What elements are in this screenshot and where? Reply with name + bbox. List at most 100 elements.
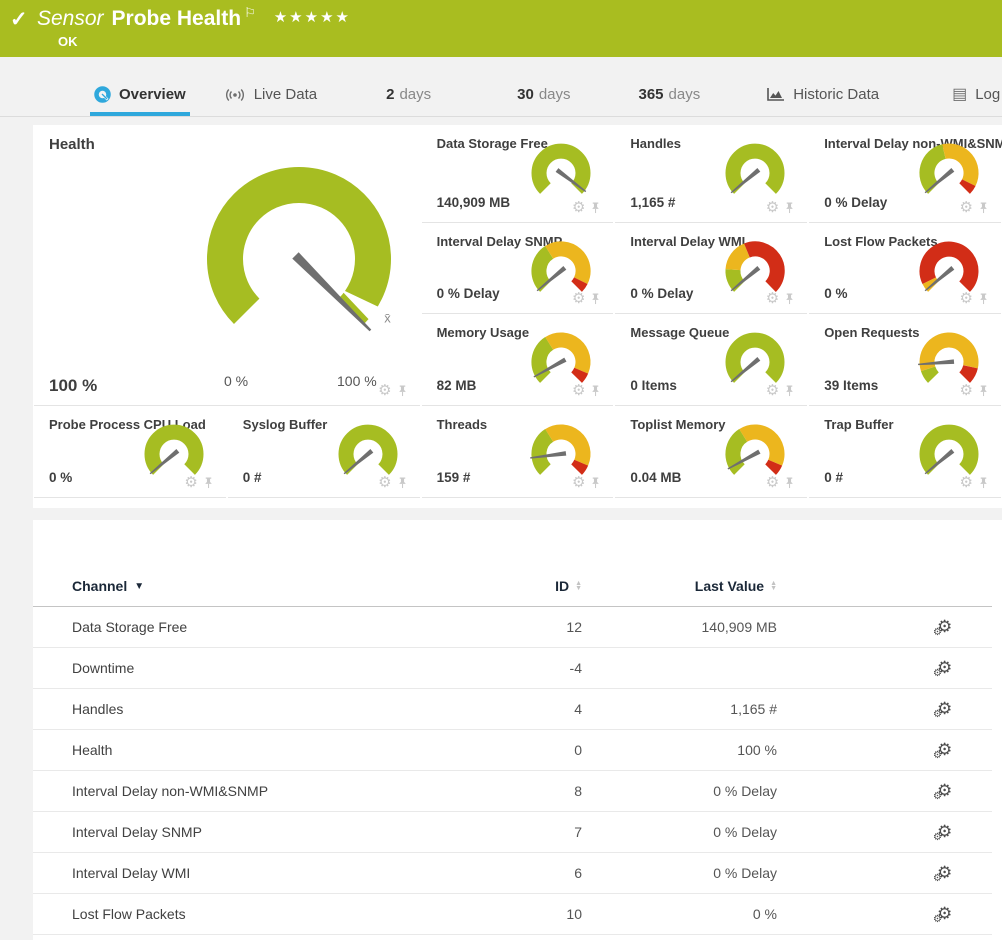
gear-icon[interactable]: ⚙ [572,200,585,215]
gauge-actions: ⚙ [960,200,989,215]
svg-text:x̄: x̄ [384,311,391,326]
pin-icon[interactable] [203,476,214,490]
channel-last-value: 0 % Delay [582,824,777,840]
table-row-lost-flow-packets: Lost Flow Packets 10 0 % ⚙⚙ [33,894,992,935]
pin-icon[interactable] [784,476,795,490]
tab-historic-data[interactable]: Historic Data [762,86,883,116]
gauge-panel-threads: Threads 159 # ⚙ [422,406,614,498]
gauge-value: 0 % [49,470,72,485]
pin-icon[interactable] [590,201,601,215]
pin-icon[interactable] [397,384,408,398]
pin-icon[interactable] [978,384,989,398]
gear-icon[interactable]: ⚙ [378,475,391,490]
flag-icon[interactable]: ⚐ [244,5,256,20]
pin-icon[interactable] [590,384,601,398]
gauge-title: Open Requests [824,325,919,340]
gauge-value: 0 # [824,470,843,485]
channel-settings-icon[interactable]: ⚙⚙ [937,699,952,718]
gear-icon[interactable]: ⚙ [572,383,585,398]
gear-icon[interactable]: ⚙ [960,383,973,398]
tab-30-days[interactable]: 30days [513,86,574,116]
channel-name[interactable]: Interval Delay non-WMI&SNMP [72,783,462,799]
pin-icon[interactable] [784,292,795,306]
gear-icon[interactable]: ⚙ [766,475,779,490]
pin-icon[interactable] [784,201,795,215]
gauge-actions: ⚙ [572,475,601,490]
column-header-channel[interactable]: Channel▼ [72,578,462,594]
gear-icon[interactable]: ⚙ [960,200,973,215]
historic-data-icon [766,87,785,102]
gauge-value: 82 MB [437,378,477,393]
pin-icon[interactable] [978,292,989,306]
gauge-title: Threads [437,417,488,432]
channel-settings-icon[interactable]: ⚙⚙ [937,740,952,759]
gear-icon[interactable]: ⚙ [766,200,779,215]
channel-id: 10 [462,906,582,922]
channel-id: 6 [462,865,582,881]
channel-last-value: 0 % Delay [582,783,777,799]
priority-stars[interactable]: ★★★★★ [274,9,351,26]
channel-name[interactable]: Downtime [72,660,462,676]
gear-icon[interactable]: ⚙ [960,291,973,306]
gauge-title: Message Queue [630,325,729,340]
gauge-title: Trap Buffer [824,417,893,432]
tab-log[interactable]: ▤Log [948,86,1002,116]
channel-id: 0 [462,742,582,758]
channel-settings-icon[interactable]: ⚙⚙ [937,822,952,841]
gauge-actions: ⚙ [572,200,601,215]
pin-icon[interactable] [590,476,601,490]
channel-name[interactable]: Interval Delay WMI [72,865,462,881]
gear-icon[interactable]: ⚙ [572,475,585,490]
tab-live-data[interactable]: Live Data [220,86,321,116]
gauge-actions: ⚙ [960,383,989,398]
channel-last-value: 100 % [582,742,777,758]
gauges-panel: Health x̄ 0 % 100 % 100 % ⚙ Data Storage… [33,125,1002,508]
column-header-id[interactable]: ID ▲▼ [462,578,582,594]
status-check-icon: ✓ [10,7,28,32]
pin-icon[interactable] [978,201,989,215]
tab-2-days[interactable]: 2days [382,86,435,116]
gauge-panel-interval-delay-non-wmi-snmp: Interval Delay non-WMI&SNMP 0 % Delay ⚙ [809,125,1001,223]
gauge-value: 1,165 # [630,195,675,210]
channel-settings-icon[interactable]: ⚙⚙ [937,863,952,882]
gear-icon[interactable]: ⚙ [766,291,779,306]
gear-icon[interactable]: ⚙ [378,383,391,398]
gauge-panel-toplist-memory: Toplist Memory 0.04 MB ⚙ [615,406,807,498]
sensor-title-row: SensorProbe Health⚐★★★★★ [37,5,351,31]
channel-name[interactable]: Health [72,742,462,758]
pin-icon[interactable] [590,292,601,306]
page-title: Probe Health [112,7,242,30]
gauge-title: Handles [630,136,681,151]
channel-table-panel: Channel▼ ID ▲▼ Last Value ▲▼ Data Storag… [33,520,1002,940]
sensor-header: ✓ SensorProbe Health⚐★★★★★ OK [0,0,1002,57]
channel-name[interactable]: Lost Flow Packets [72,906,462,922]
gauge-panel-open-requests: Open Requests 39 Items ⚙ [809,314,1001,406]
tab-365-days[interactable]: 365days [635,86,705,116]
channel-id: 12 [462,619,582,635]
column-header-last-value[interactable]: Last Value ▲▼ [582,578,777,594]
gauge-value: 0.04 MB [630,470,681,485]
channel-settings-icon[interactable]: ⚙⚙ [937,781,952,800]
gear-icon[interactable]: ⚙ [960,475,973,490]
channel-settings-icon[interactable]: ⚙⚙ [937,617,952,636]
channel-last-value: 1,165 # [582,701,777,717]
channel-settings-icon[interactable]: ⚙⚙ [937,904,952,923]
gear-icon[interactable]: ⚙ [766,383,779,398]
gear-icon[interactable]: ⚙ [184,475,197,490]
channel-name[interactable]: Data Storage Free [72,619,462,635]
channel-name[interactable]: Interval Delay SNMP [72,824,462,840]
tab-overview[interactable]: Overview [90,86,190,116]
pin-icon[interactable] [978,476,989,490]
live-data-icon [224,87,246,103]
channel-settings-icon[interactable]: ⚙⚙ [937,658,952,677]
gauge-actions: ⚙ [766,291,795,306]
channel-id: 8 [462,783,582,799]
gauge-actions: ⚙ [766,200,795,215]
gear-icon[interactable]: ⚙ [572,291,585,306]
gauge-panel-handles: Handles 1,165 # ⚙ [615,125,807,223]
channel-last-value: 0 % Delay [582,865,777,881]
channel-name[interactable]: Handles [72,701,462,717]
pin-icon[interactable] [397,476,408,490]
pin-icon[interactable] [784,384,795,398]
gauge-scale-min: 0 % [224,373,248,389]
